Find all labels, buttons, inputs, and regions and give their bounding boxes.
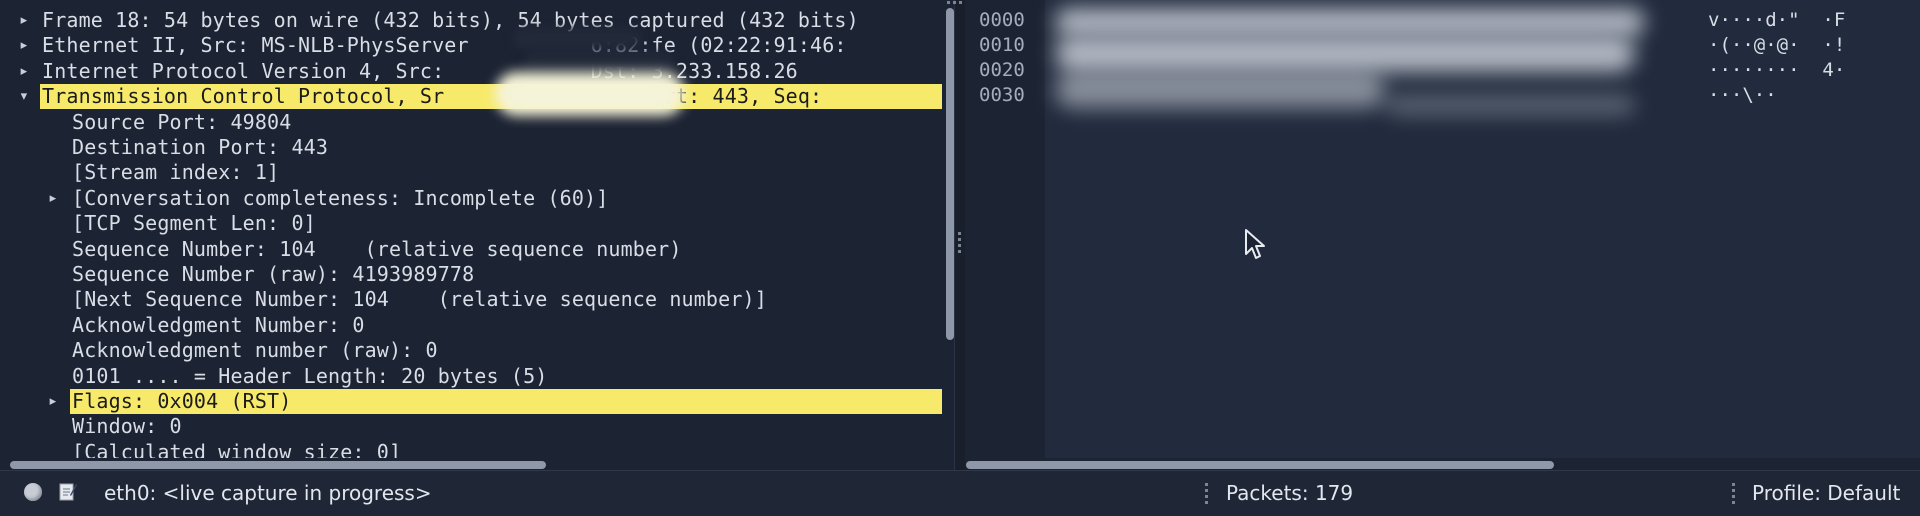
tree-row-label: Source Port: 49804 [72, 109, 292, 134]
redaction-blur [495, 72, 685, 116]
byte-offset: 0010 [979, 34, 1025, 56]
tree-row-label: Ethernet II, Src: MS-NLB-PhysServer 6:82… [42, 33, 847, 58]
status-separator[interactable] [1732, 483, 1735, 507]
packet-details-pane[interactable]: ▸ Frame 18: 54 bytes on wire (432 bits), … [0, 0, 946, 458]
mouse-pointer-icon [1245, 229, 1265, 259]
tree-row-label: Flags: 0x004 (RST) [70, 389, 942, 414]
tree-row[interactable]: Sequence Number: 104 (relative sequence … [0, 237, 946, 262]
hex-redaction-blur [1385, 95, 1635, 115]
tree-row[interactable]: [Calculated window size: 0] [0, 440, 946, 458]
tree-row-label: Frame 18: 54 bytes on wire (432 bits), 5… [42, 8, 859, 32]
redaction-blur [512, 28, 642, 50]
expand-down-arrow-icon[interactable]: ▾ [16, 84, 32, 109]
ascii-row: ···\·· [1708, 84, 1777, 106]
packet-count: Packets: 179 [1226, 481, 1354, 505]
expand-right-arrow-icon[interactable]: ▸ [16, 33, 32, 58]
tree-row[interactable]: ▸ Flags: 0x004 (RST) [0, 389, 946, 414]
expand-right-arrow-icon[interactable]: ▸ [45, 389, 61, 414]
tree-row-label: Internet Protocol Version 4, Src: Dst: 3… [42, 58, 798, 83]
byte-offset: 0020 [979, 59, 1025, 81]
hex-redaction-blur [1055, 72, 1385, 108]
tree-row-label: [Conversation completeness: Incomplete (… [72, 185, 609, 210]
details-vertical-scrollbar[interactable] [946, 8, 954, 340]
tree-row[interactable]: [TCP Segment Len: 0] [0, 211, 946, 236]
expand-right-arrow-icon[interactable]: ▸ [45, 186, 61, 211]
expand-right-arrow-icon[interactable]: ▸ [16, 59, 32, 84]
tree-row-label: Transmission Control Protocol, Sr Dst Po… [40, 84, 942, 110]
tree-row[interactable]: 0101 .... = Header Length: 20 bytes (5) [0, 364, 946, 389]
status-bar: eth0: <live capture in progress> Packets… [0, 470, 1920, 516]
expand-right-arrow-icon[interactable]: ▸ [16, 8, 32, 33]
capture-status-text: eth0: <live capture in progress> [104, 481, 432, 505]
capture-status-indicator-icon[interactable] [24, 483, 42, 501]
tree-row-label: Acknowledgment number (raw): 0 [72, 338, 438, 363]
tree-row[interactable]: ▸ Internet Protocol Version 4, Src: Dst: … [0, 59, 946, 84]
tree-row-label: Destination Port: 443 [72, 135, 329, 159]
tree-row-label: Window: 0 [72, 414, 182, 439]
tree-row[interactable]: ▸ [Conversation completeness: Incomplete … [0, 186, 946, 211]
tree-row[interactable]: ▾ Transmission Control Protocol, Sr Dst P… [0, 84, 946, 110]
byte-offset: 0000 [979, 9, 1025, 31]
offset-column: 0000 0010 0020 0030 [965, 0, 1045, 458]
tree-row[interactable]: Acknowledgment number (raw): 0 [0, 338, 946, 363]
tree-row[interactable]: Sequence Number (raw): 4193989778 [0, 262, 946, 287]
tree-row-label: [TCP Segment Len: 0] [72, 211, 316, 236]
redaction-blur [524, 52, 674, 74]
tree-row-label: 0101 .... = Header Length: 20 bytes (5) [72, 363, 548, 388]
status-separator[interactable] [1205, 483, 1208, 507]
tree-row-label: [Stream index: 1] [72, 160, 280, 185]
hex-dump-area[interactable]: v····d·" ·F ·(··@·@· ·! ········ 4· ···\… [1045, 0, 1920, 458]
tree-row[interactable]: Source Port: 49804 [0, 110, 946, 135]
ascii-row: ········ 4· [1708, 59, 1846, 81]
tree-row-label: Sequence Number (raw): 4193989778 [72, 262, 475, 286]
bytes-horizontal-scrollbar[interactable] [966, 461, 1554, 469]
tree-row[interactable]: Destination Port: 443 [0, 135, 946, 160]
tree-row[interactable]: ▸ Frame 18: 54 bytes on wire (432 bits), … [0, 8, 946, 33]
ascii-row: ·(··@·@· ·! [1708, 34, 1846, 56]
tree-row[interactable]: ▸ Ethernet II, Src: MS-NLB-PhysServer 6:8… [0, 33, 946, 58]
hex-redaction-blur [1055, 36, 1635, 72]
packet-inspector-window: ▸ Frame 18: 54 bytes on wire (432 bits), … [0, 0, 1920, 516]
tree-row[interactable]: [Next Sequence Number: 104 (relative seq… [0, 287, 946, 312]
tree-row-label: Acknowledgment Number: 0 [72, 312, 365, 337]
tree-row[interactable]: Acknowledgment Number: 0 [0, 313, 946, 338]
packet-bytes-pane[interactable]: 0000 0010 0020 0030 v····d·" ·F ·(··@·@·… [965, 0, 1920, 458]
capture-comment-icon[interactable] [58, 481, 78, 503]
details-horizontal-scrollbar[interactable] [10, 461, 546, 469]
tree-row-label: [Calculated window size: 0] [72, 439, 402, 458]
profile-selector[interactable]: Profile: Default [1752, 471, 1900, 516]
tree-row[interactable]: [Stream index: 1] [0, 160, 946, 185]
tree-row[interactable]: Window: 0 [0, 414, 946, 439]
byte-offset: 0030 [979, 84, 1025, 106]
tree-row-label: Sequence Number: 104 (relative sequence … [72, 236, 682, 261]
hex-redaction-blur [1055, 8, 1645, 36]
tree-row-label: [Next Sequence Number: 104 (relative seq… [72, 287, 767, 312]
ascii-row: v····d·" ·F [1708, 9, 1846, 31]
